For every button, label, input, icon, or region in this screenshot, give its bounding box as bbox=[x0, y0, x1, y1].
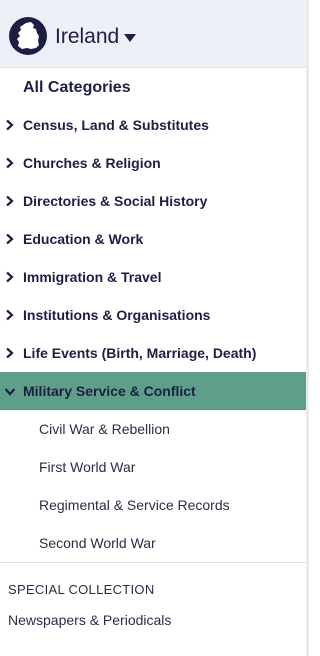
category-life-events[interactable]: Life Events (Birth, Marriage, Death) bbox=[0, 334, 306, 372]
category-label: Directories & Social History bbox=[23, 193, 208, 209]
category-label: Census, Land & Substitutes bbox=[23, 117, 209, 133]
chevron-right-icon bbox=[6, 309, 14, 321]
chevron-right-icon bbox=[6, 195, 14, 207]
chevron-down-icon bbox=[4, 388, 16, 396]
subcategory-label: Civil War & Rebellion bbox=[39, 421, 170, 437]
category-churches-religion[interactable]: Churches & Religion bbox=[0, 144, 306, 182]
chevron-right-icon bbox=[6, 233, 14, 245]
chevron-right-icon bbox=[6, 347, 14, 359]
category-label: Education & Work bbox=[23, 231, 144, 247]
caret-down-icon bbox=[124, 34, 136, 42]
category-label: Military Service & Conflict bbox=[23, 383, 196, 399]
chevron-right-icon bbox=[6, 157, 14, 169]
chevron-right-icon bbox=[6, 119, 14, 131]
category-sidebar: Ireland All Categories Census, Land & Su… bbox=[0, 0, 306, 656]
category-label: Immigration & Travel bbox=[23, 269, 162, 285]
special-collection-newspapers-link[interactable]: Newspapers & Periodicals bbox=[8, 611, 171, 629]
category-label: Life Events (Birth, Marriage, Death) bbox=[23, 345, 257, 361]
country-selector[interactable]: Ireland bbox=[0, 0, 306, 68]
category-military-service-conflict[interactable]: Military Service & Conflict bbox=[0, 372, 306, 410]
subcategory-regimental-service-records[interactable]: Regimental & Service Records bbox=[0, 486, 306, 524]
subcategory-label: Regimental & Service Records bbox=[39, 497, 230, 513]
category-label: Churches & Religion bbox=[23, 155, 161, 171]
subcategory-label: Second World War bbox=[39, 535, 156, 551]
subcategory-first-world-war[interactable]: First World War bbox=[0, 448, 306, 486]
chevron-right-icon bbox=[6, 271, 14, 283]
category-education-work[interactable]: Education & Work bbox=[0, 220, 306, 258]
subcategory-label: First World War bbox=[39, 459, 136, 475]
subcategory-second-world-war[interactable]: Second World War bbox=[0, 524, 306, 562]
category-census-land-substitutes[interactable]: Census, Land & Substitutes bbox=[0, 106, 306, 144]
ireland-map-icon bbox=[9, 17, 47, 55]
category-directories-social-history[interactable]: Directories & Social History bbox=[0, 182, 306, 220]
category-institutions-organisations[interactable]: Institutions & Organisations bbox=[0, 296, 306, 334]
category-label: Institutions & Organisations bbox=[23, 307, 211, 323]
special-collection-heading: SPECIAL COLLECTION bbox=[8, 582, 155, 597]
all-categories-link[interactable]: All Categories bbox=[23, 77, 131, 99]
subcategory-civil-war-rebellion[interactable]: Civil War & Rebellion bbox=[0, 410, 306, 448]
category-immigration-travel[interactable]: Immigration & Travel bbox=[0, 258, 306, 296]
scrollbar-track[interactable] bbox=[306, 0, 309, 656]
country-name: Ireland bbox=[55, 25, 120, 48]
section-divider bbox=[0, 562, 306, 563]
